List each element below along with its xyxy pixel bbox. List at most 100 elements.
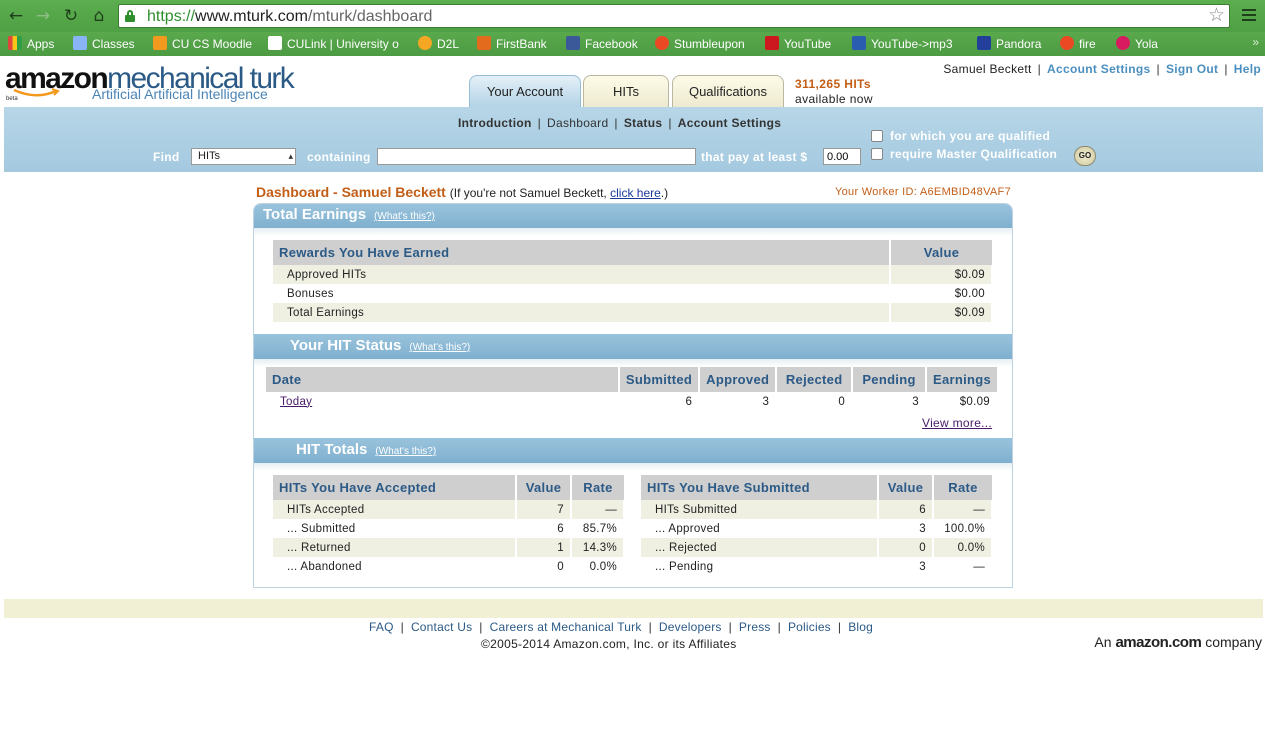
tab-hits[interactable]: HITs	[583, 75, 669, 107]
bookmark-label: FirstBank	[496, 37, 547, 51]
bookmarks-bar: Apps Classes CU CS Moodle CULink | Unive…	[0, 32, 1265, 56]
col-rate: Rate	[933, 475, 992, 500]
amazon-smile-icon	[13, 88, 60, 97]
footer-link-press[interactable]: Press	[739, 620, 771, 634]
master-qualification-checkbox[interactable]	[871, 148, 883, 160]
hit-status-heading: Your HIT Status	[290, 337, 402, 354]
bookmark-youtube[interactable]: YouTube	[765, 35, 831, 53]
company-brand: amazon.com	[1115, 634, 1202, 651]
row-rate: —	[571, 500, 625, 519]
row-value: 6	[878, 500, 934, 519]
bookmark-label: D2L	[437, 37, 460, 51]
bookmark-label: YouTube	[784, 37, 832, 51]
subnav-account-settings[interactable]: Account Settings	[678, 116, 781, 130]
footer-link-developers[interactable]: Developers	[659, 620, 722, 634]
worker-id: Your Worker ID: A6EMBID48VAF7	[834, 186, 1011, 198]
date-link-today[interactable]: Today	[280, 396, 312, 408]
hit-status-table: Date Submitted Approved Rejected Pending…	[266, 367, 999, 411]
help-link[interactable]: Help	[1234, 62, 1261, 76]
bookmark-culink[interactable]: CULink | University o	[268, 35, 399, 53]
keyword-search-input[interactable]	[377, 148, 696, 165]
view-more-link[interactable]: View more...	[922, 416, 992, 430]
amazon-company-logo[interactable]: An amazon.com company	[1094, 634, 1262, 651]
row-label: ... Returned	[273, 538, 517, 557]
row-value: 6	[516, 519, 572, 538]
bookmark-yola[interactable]: Yola	[1116, 35, 1158, 53]
bookmark-apps[interactable]: Apps	[8, 35, 54, 53]
table-row: HITs Submitted 6—	[641, 500, 993, 519]
earnings-table: Rewards You Have Earned Value Approved HI…	[273, 240, 993, 322]
subnav-introduction[interactable]: Introduction	[458, 116, 532, 130]
approved-cell: 3	[699, 392, 778, 411]
col-earnings: Earnings	[925, 367, 997, 392]
subnav-status[interactable]: Status	[624, 116, 662, 130]
home-icon[interactable]: ⌂	[89, 6, 109, 26]
table-row: ... Returned 1 14.3%	[273, 538, 625, 557]
col-value: Value	[516, 475, 572, 500]
account-settings-link[interactable]: Account Settings	[1047, 62, 1150, 76]
bookmarks-overflow-icon[interactable]: »	[1252, 35, 1259, 49]
forward-icon[interactable]: →	[33, 6, 53, 26]
tab-your-account[interactable]: Your Account	[469, 75, 581, 107]
back-icon[interactable]: ←	[6, 6, 26, 26]
bookmark-fire[interactable]: fire	[1060, 35, 1096, 53]
footer-link-blog[interactable]: Blog	[848, 620, 873, 634]
copyright: ©2005-2014 Amazon.com, Inc. or its Affil…	[481, 637, 737, 651]
company-suffix: company	[1205, 634, 1262, 650]
footer-links: FAQ | Contact Us | Careers at Mechanical Tur…	[369, 620, 874, 634]
reload-icon[interactable]: ↻	[61, 6, 81, 26]
pandora-icon	[977, 36, 991, 50]
table-row: Approved HITs $0.09	[273, 265, 993, 284]
row-rate: 85.7%	[571, 519, 625, 538]
whats-this-link[interactable]: (What's this?)	[375, 446, 436, 457]
company-prefix: An	[1094, 634, 1112, 650]
sign-out-link[interactable]: Sign Out	[1166, 62, 1218, 76]
url-text[interactable]: https://www.mturk.com/mturk/dashboard	[147, 7, 432, 27]
apps-icon	[8, 36, 22, 50]
bookmark-label: fire	[1079, 37, 1096, 51]
go-button[interactable]: GO	[1074, 146, 1096, 166]
master-qualification-label: require Master Qualification	[890, 147, 1058, 161]
pay-label: that pay at least $	[701, 150, 808, 164]
lock-icon	[125, 10, 135, 22]
bookmark-facebook[interactable]: Facebook	[566, 35, 638, 53]
row-label: ... Abandoned	[273, 557, 517, 576]
sub-navigation: Introduction | Dashboard | Status | Account Se…	[458, 116, 782, 130]
moodle-icon	[153, 36, 167, 50]
not-you-suffix: .)	[660, 186, 669, 200]
col-rejected: Rejected	[776, 367, 854, 392]
bookmark-label: Pandora	[996, 37, 1042, 51]
bookmark-pandora[interactable]: Pandora	[977, 35, 1041, 53]
min-pay-input[interactable]	[823, 148, 861, 165]
footer-link-contact-us[interactable]: Contact Us	[411, 620, 472, 634]
table-row: ... Pending 3—	[641, 557, 993, 576]
bookmark-d2l[interactable]: D2L	[418, 35, 459, 53]
qualified-checkbox[interactable]	[871, 130, 883, 142]
bookmark-youtube-mp3[interactable]: YouTube->mp3	[852, 35, 953, 53]
subnav-dashboard: Dashboard	[547, 116, 609, 130]
footer-link-policies[interactable]: Policies	[788, 620, 831, 634]
menu-icon[interactable]	[1240, 6, 1258, 26]
bookmark-stumbleupon[interactable]: Stumbleupon	[655, 35, 745, 53]
address-bar[interactable]: https://www.mturk.com/mturk/dashboard ☆	[118, 4, 1230, 28]
footer-bar	[4, 599, 1263, 618]
bookmark-classes[interactable]: Classes	[73, 35, 135, 53]
whats-this-link[interactable]: (What's this?)	[374, 211, 435, 222]
find-type-select[interactable]: HITs ▴	[191, 148, 296, 165]
qualified-label: for which you are qualified	[890, 129, 1051, 143]
bookmark-star-icon[interactable]: ☆	[1208, 5, 1225, 27]
footer-link-faq[interactable]: FAQ	[369, 620, 394, 634]
bookmark-label: Classes	[92, 37, 135, 51]
top-links: Samuel Beckett | Account Settings | Sign Out…	[943, 62, 1261, 76]
bookmark-cu-cs-moodle[interactable]: CU CS Moodle	[153, 35, 252, 53]
click-here-link[interactable]: click here	[610, 186, 661, 200]
footer-link-careers[interactable]: Careers at Mechanical Turk	[490, 620, 642, 634]
hit-totals-heading: HIT Totals	[296, 441, 368, 458]
row-rate: 0.0%	[933, 538, 993, 557]
whats-this-link[interactable]: (What's this?)	[409, 342, 470, 353]
hits-available-count[interactable]: 311,265 HITs	[795, 77, 871, 91]
bookmark-label: Apps	[27, 37, 55, 51]
table-row: ... Abandoned 0 0.0%	[273, 557, 625, 576]
tab-qualifications[interactable]: Qualifications	[672, 75, 784, 107]
bookmark-firstbank[interactable]: FirstBank	[477, 35, 547, 53]
